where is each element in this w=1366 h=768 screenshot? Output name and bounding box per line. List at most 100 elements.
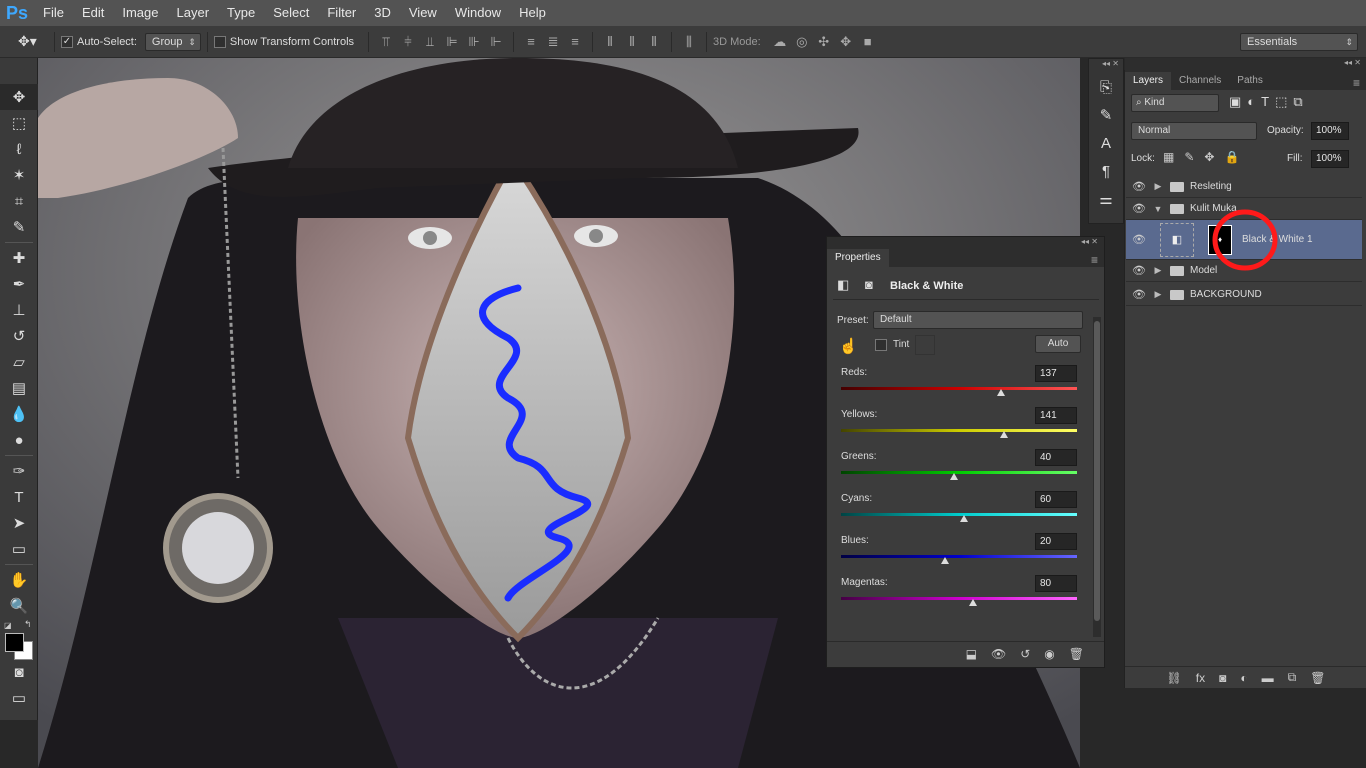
align-vcenter-icon[interactable]: ⫩ [397, 32, 419, 52]
zoom-tool-icon[interactable]: 🔍 [0, 593, 38, 619]
menu-item-layer[interactable]: Layer [168, 0, 219, 26]
show-transform-checkbox[interactable] [213, 35, 226, 48]
paragraph-panel-icon[interactable]: ¶ [1089, 157, 1123, 185]
move-tool-icon[interactable]: ✥ [0, 84, 38, 110]
menu-item-select[interactable]: Select [264, 0, 318, 26]
align-bottom-icon[interactable]: ⫫ [419, 32, 441, 52]
blur-tool-icon[interactable]: 💧 [0, 401, 38, 427]
distribute-left-icon[interactable]: ⦀ [599, 32, 621, 52]
menu-item-image[interactable]: Image [113, 0, 167, 26]
lock-image-icon[interactable]: ✎ [1184, 150, 1194, 164]
3d-slide-icon[interactable]: ✥ [835, 32, 857, 52]
lasso-tool-icon[interactable]: ℓ [0, 136, 38, 162]
filter-adjustment-icon[interactable]: ◐ [1247, 94, 1255, 110]
mask-icon[interactable]: ◙ [865, 277, 873, 292]
delete-adjustment-icon[interactable]: 🗑 [1069, 647, 1084, 661]
link-layers-icon[interactable]: ⛓ [1167, 671, 1182, 685]
eye-icon[interactable]: 👁 [1126, 233, 1152, 246]
clone-stamp-tool-icon[interactable]: ⊥ [0, 297, 38, 323]
collapse-arrow-icon[interactable]: ▼ [1152, 204, 1164, 214]
new-group-icon[interactable]: ▬ [1262, 671, 1274, 685]
blend-mode-dropdown[interactable]: Normal [1131, 122, 1257, 140]
tab-properties[interactable]: Properties [827, 249, 889, 267]
layer-row[interactable]: 👁 ▶ Resleting [1126, 176, 1362, 198]
add-mask-icon[interactable]: ◙ [1219, 671, 1226, 685]
menu-item-type[interactable]: Type [218, 0, 264, 26]
dodge-tool-icon[interactable]: ● [0, 427, 38, 453]
path-selection-tool-icon[interactable]: ➤ [0, 510, 38, 536]
panel-menu-icon[interactable]: ≡ [1353, 76, 1366, 90]
marquee-tool-icon[interactable]: ⬚ [0, 110, 38, 136]
scrollbar-thumb[interactable] [1094, 321, 1100, 621]
distribute-top-icon[interactable]: ≡ [520, 32, 542, 52]
expand-arrow-icon[interactable]: ▶ [1152, 289, 1164, 300]
slider-value-input[interactable]: 137 [1035, 365, 1077, 382]
eye-icon[interactable]: 👁 [1126, 202, 1152, 215]
delete-layer-icon[interactable]: 🗑 [1310, 671, 1325, 685]
align-left-icon[interactable]: ⊫ [441, 32, 463, 52]
menu-item-window[interactable]: Window [446, 0, 510, 26]
menu-item-edit[interactable]: Edit [73, 0, 113, 26]
character-panel-icon[interactable]: A [1089, 129, 1123, 157]
eye-icon[interactable]: 👁 [1126, 180, 1152, 193]
slider-value-input[interactable]: 80 [1035, 575, 1077, 592]
dock-header[interactable]: ◂◂ ✕ [1089, 59, 1123, 73]
slider-knob[interactable] [950, 473, 959, 480]
view-previous-icon[interactable]: 👁 [991, 647, 1006, 661]
adjustments-panel-icon[interactable]: ⚌ [1089, 185, 1123, 213]
tint-color-swatch[interactable] [915, 335, 935, 355]
healing-brush-tool-icon[interactable]: ✚ [0, 245, 38, 271]
slider-knob[interactable] [999, 431, 1008, 438]
quick-mask-icon[interactable]: ◙ [0, 659, 38, 685]
layer-row[interactable]: 👁 ▶ BACKGROUND [1126, 284, 1362, 306]
clip-to-layer-icon[interactable]: ⬓ [966, 647, 977, 661]
menu-item-3d[interactable]: 3D [365, 0, 400, 26]
lock-all-icon[interactable]: 🔒 [1224, 150, 1239, 164]
swap-colors-icon[interactable]: ↰ [24, 619, 32, 630]
distribute-hcenter-icon[interactable]: ⫴ [621, 32, 643, 52]
brush-tool-icon[interactable]: ✒ [0, 271, 38, 297]
shape-tool-icon[interactable]: ▭ [0, 536, 38, 562]
align-right-icon[interactable]: ⊩ [485, 32, 507, 52]
move-tool-preset-icon[interactable]: ✥▾ [18, 33, 48, 50]
opacity-input[interactable]: 100% [1311, 122, 1349, 140]
reset-icon[interactable]: ↺ [1020, 647, 1030, 661]
gradient-tool-icon[interactable]: ▤ [0, 375, 38, 401]
menu-item-file[interactable]: File [34, 0, 73, 26]
slider-value-input[interactable]: 60 [1035, 491, 1077, 508]
align-top-icon[interactable]: ⫪ [375, 32, 397, 52]
distribute-bottom-icon[interactable]: ≡ [564, 32, 586, 52]
eraser-tool-icon[interactable]: ▱ [0, 349, 38, 375]
targeted-adjustment-hand-icon[interactable]: ☝ [839, 337, 858, 355]
slider-value-input[interactable]: 40 [1035, 449, 1077, 466]
slider-knob[interactable] [959, 515, 968, 522]
properties-panel-header[interactable]: ◂◂ ✕ [827, 237, 1104, 247]
hand-tool-icon[interactable]: ✋ [0, 567, 38, 593]
brush-presets-panel-icon[interactable]: ✎ [1089, 101, 1123, 129]
slider-track[interactable] [841, 555, 1077, 558]
menu-item-view[interactable]: View [400, 0, 446, 26]
slider-track[interactable] [841, 597, 1077, 600]
slider-track[interactable] [841, 387, 1077, 390]
filter-type-icon[interactable]: T [1261, 94, 1269, 110]
magic-wand-tool-icon[interactable]: ✶ [0, 162, 38, 188]
history-brush-tool-icon[interactable]: ↺ [0, 323, 38, 349]
slider-track[interactable] [841, 471, 1077, 474]
filter-kind-dropdown[interactable]: ⌕ Kind [1131, 94, 1219, 112]
show-transform-label[interactable]: Show Transform Controls [230, 36, 354, 48]
distribute-right-icon[interactable]: ⦀ [643, 32, 665, 52]
expand-arrow-icon[interactable]: ▶ [1152, 265, 1164, 276]
menu-item-filter[interactable]: Filter [318, 0, 365, 26]
menu-item-help[interactable]: Help [510, 0, 555, 26]
new-layer-icon[interactable]: ⧉ [1288, 670, 1297, 685]
lock-position-icon[interactable]: ✥ [1204, 150, 1214, 164]
3d-drag-icon[interactable]: ✣ [813, 32, 835, 52]
filter-pixel-icon[interactable]: ▣ [1229, 94, 1241, 110]
3d-scale-icon[interactable]: ■ [857, 32, 879, 52]
history-panel-icon[interactable]: ⎘ [1089, 73, 1123, 101]
slider-knob[interactable] [997, 389, 1006, 396]
auto-select-dropdown[interactable]: Group [144, 32, 201, 51]
tint-checkbox[interactable] [875, 339, 887, 351]
filter-smart-object-icon[interactable]: ⧉ [1293, 94, 1302, 110]
auto-select-checkbox[interactable]: ✓ [61, 35, 73, 48]
